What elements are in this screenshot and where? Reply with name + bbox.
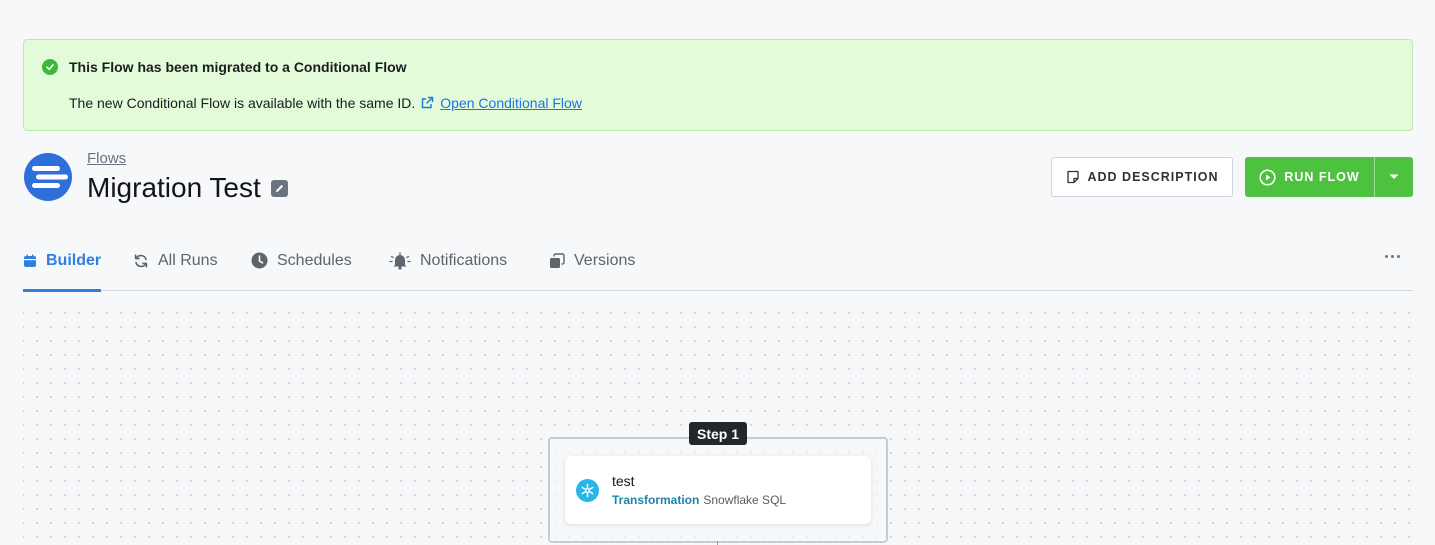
flow-logo-icon: [24, 153, 72, 201]
node-component: Snowflake SQL: [703, 493, 787, 507]
tab-schedules-label: Schedules: [277, 251, 352, 269]
note-icon: [1066, 170, 1080, 184]
tab-builder-label: Builder: [46, 251, 102, 269]
step-connector: [717, 541, 718, 545]
tab-builder[interactable]: Builder: [23, 230, 102, 292]
page-title: Migration Test: [87, 172, 288, 204]
step-label: Step 1: [689, 422, 747, 445]
calendar-icon: [23, 254, 37, 268]
page-title-text: Migration Test: [87, 172, 261, 203]
flow-tabs: Builder All Runs Schedules Notifications…: [23, 230, 1413, 292]
external-link-icon[interactable]: [420, 96, 434, 110]
open-conditional-flow-link[interactable]: Open Conditional Flow: [440, 95, 582, 111]
add-description-button[interactable]: ADD DESCRIPTION: [1051, 157, 1233, 197]
check-circle-icon: [42, 59, 58, 75]
run-flow-dropdown-button[interactable]: [1374, 157, 1413, 197]
node-type: Transformation: [612, 493, 700, 507]
caret-down-icon: [1388, 173, 1400, 181]
node-subtitle: Transformation Snowflake SQL: [612, 493, 786, 507]
breadcrumb-flows[interactable]: Flows: [87, 150, 126, 167]
node-title: test: [612, 473, 635, 489]
tab-versions[interactable]: Versions: [549, 230, 635, 291]
copy-icon: [549, 252, 565, 269]
add-description-label: ADD DESCRIPTION: [1087, 170, 1219, 184]
tab-versions-label: Versions: [574, 251, 636, 269]
bell-icon: [389, 251, 411, 270]
migration-banner: This Flow has been migrated to a Conditi…: [23, 39, 1413, 131]
tab-notifications[interactable]: Notifications: [389, 230, 507, 291]
clock-icon: [251, 252, 268, 269]
play-circle-icon: [1259, 168, 1276, 186]
banner-message: The new Conditional Flow is available wi…: [69, 95, 416, 111]
banner-title: This Flow has been migrated to a Conditi…: [69, 59, 407, 75]
run-flow-button-group[interactable]: RUN FLOW: [1245, 157, 1413, 197]
tab-schedules[interactable]: Schedules: [251, 230, 352, 291]
task-node-card[interactable]: test Transformation Snowflake SQL: [565, 456, 871, 524]
banner-body: The new Conditional Flow is available wi…: [69, 95, 582, 111]
refresh-icon: [133, 253, 149, 269]
tab-all-runs-label: All Runs: [158, 251, 218, 269]
more-options-icon[interactable]: [1376, 244, 1408, 268]
tab-all-runs[interactable]: All Runs: [133, 230, 218, 291]
edit-icon[interactable]: [270, 179, 288, 197]
run-flow-label: RUN FLOW: [1284, 170, 1360, 184]
run-flow-button[interactable]: RUN FLOW: [1245, 157, 1374, 197]
tab-notifications-label: Notifications: [420, 251, 508, 269]
snowflake-icon: [576, 479, 599, 502]
